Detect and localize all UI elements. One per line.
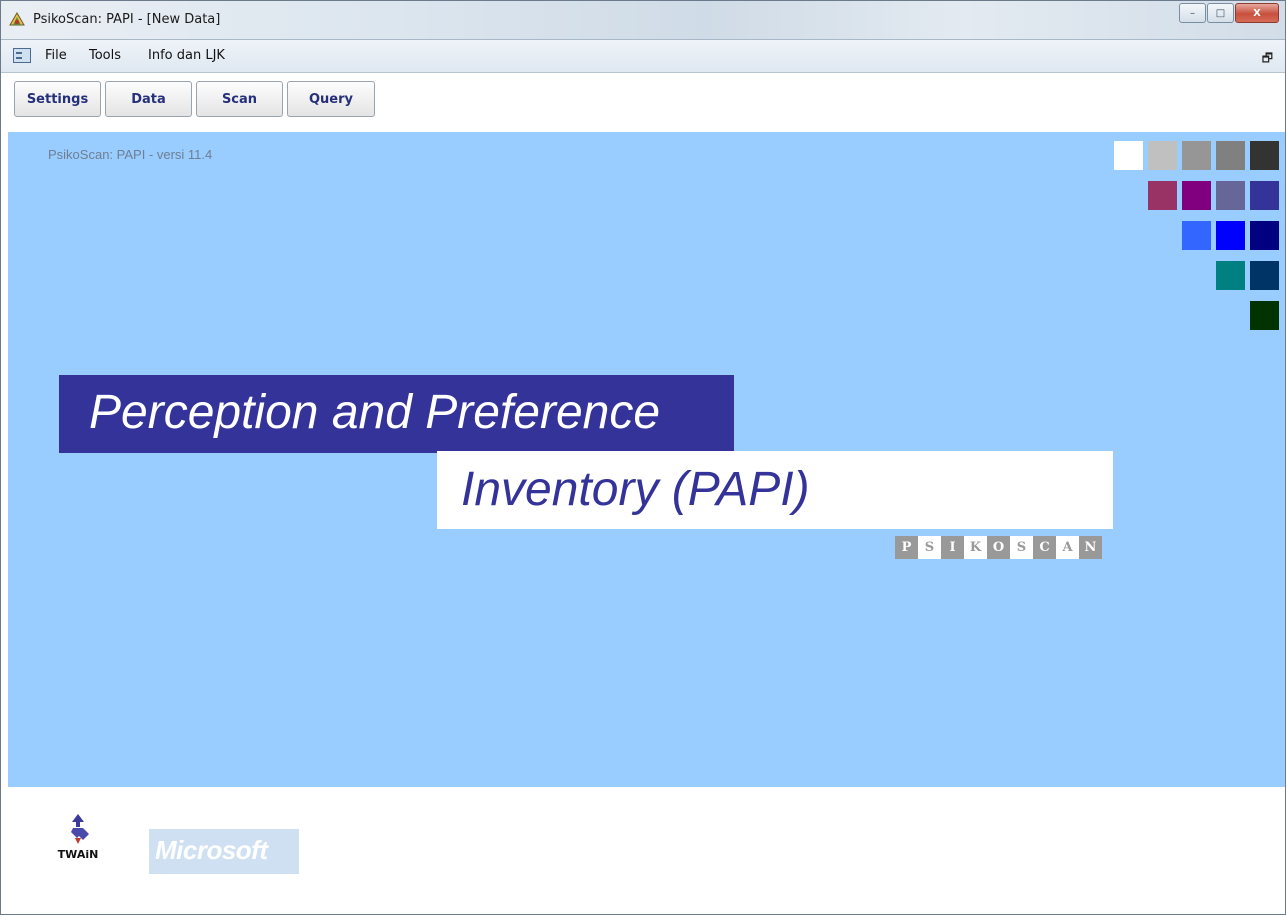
menu-file[interactable]: File: [45, 48, 67, 63]
close-button[interactable]: X: [1235, 3, 1279, 23]
palette-swatch: [1114, 141, 1143, 170]
twain-arrows-icon: [71, 814, 89, 844]
title-line-1: Perception and Preference: [89, 386, 661, 439]
scanner-app-icon: [9, 12, 25, 26]
palette-swatch: [1250, 181, 1279, 210]
minimize-icon: –: [1190, 7, 1195, 19]
title-band-top: Perception and Preference: [59, 375, 734, 453]
menu-tools[interactable]: Tools: [89, 48, 121, 63]
maximize-icon: □: [1215, 7, 1226, 19]
scan-button[interactable]: Scan: [196, 81, 283, 117]
query-button[interactable]: Query: [287, 81, 375, 117]
palette-swatch: [1182, 141, 1211, 170]
palette-swatch: [1148, 141, 1177, 170]
palette-swatch: [1182, 181, 1211, 210]
menu-info-dan-ljk[interactable]: Info dan LJK: [148, 48, 225, 63]
microsoft-label: Microsoft: [155, 835, 268, 865]
document-menu-icon[interactable]: [13, 48, 31, 63]
brand-letter: P: [895, 536, 918, 559]
palette-swatch: [1216, 261, 1245, 290]
menu-bar: File Tools Info dan LJK 🗗: [1, 40, 1285, 73]
footer: TWAiN Microsoft: [8, 787, 1285, 914]
splash-area: PsikoScan: PAPI - versi 11.4 Perception …: [8, 132, 1285, 787]
brand-letter: S: [1010, 536, 1033, 559]
twain-label: TWAiN: [57, 848, 99, 861]
brand-letter: N: [1079, 536, 1102, 559]
brand-letter: I: [941, 536, 964, 559]
palette-swatch: [1216, 221, 1245, 250]
brand-letter: S: [918, 536, 941, 559]
data-button[interactable]: Data: [105, 81, 192, 117]
palette-swatch: [1250, 261, 1279, 290]
palette-swatch: [1182, 221, 1211, 250]
settings-button[interactable]: Settings: [14, 81, 101, 117]
brand-letter: C: [1033, 536, 1056, 559]
twain-logo: TWAiN: [53, 812, 103, 870]
brand-letter: K: [964, 536, 987, 559]
brand-letter: O: [987, 536, 1010, 559]
toolbar: Settings Data Scan Query: [1, 73, 1285, 132]
palette-swatch: [1250, 221, 1279, 250]
title-band-bottom: Inventory (PAPI): [437, 451, 1113, 529]
minimize-button[interactable]: –: [1179, 3, 1206, 23]
close-icon: X: [1253, 7, 1261, 19]
window-controls: – □ X: [1178, 3, 1279, 25]
palette-swatch: [1250, 141, 1279, 170]
title-line-2: Inventory (PAPI): [461, 463, 810, 516]
psikoscan-brand: P S I K O S C A N: [895, 536, 1102, 559]
palette-swatch: [1148, 181, 1177, 210]
version-label: PsikoScan: PAPI - versi 11.4: [48, 147, 213, 162]
title-bar[interactable]: PsikoScan: PAPI - [New Data] – □ X: [1, 1, 1285, 40]
app-window: PsikoScan: PAPI - [New Data] – □ X File …: [0, 0, 1286, 915]
palette-swatch: [1216, 181, 1245, 210]
window-title: PsikoScan: PAPI - [New Data]: [33, 12, 221, 27]
maximize-button[interactable]: □: [1207, 3, 1234, 23]
microsoft-logo: Microsoft: [149, 829, 299, 874]
palette-swatch: [1216, 141, 1245, 170]
restore-window-icon[interactable]: 🗗: [1262, 49, 1273, 70]
brand-letter: A: [1056, 536, 1079, 559]
palette-swatch: [1250, 301, 1279, 330]
